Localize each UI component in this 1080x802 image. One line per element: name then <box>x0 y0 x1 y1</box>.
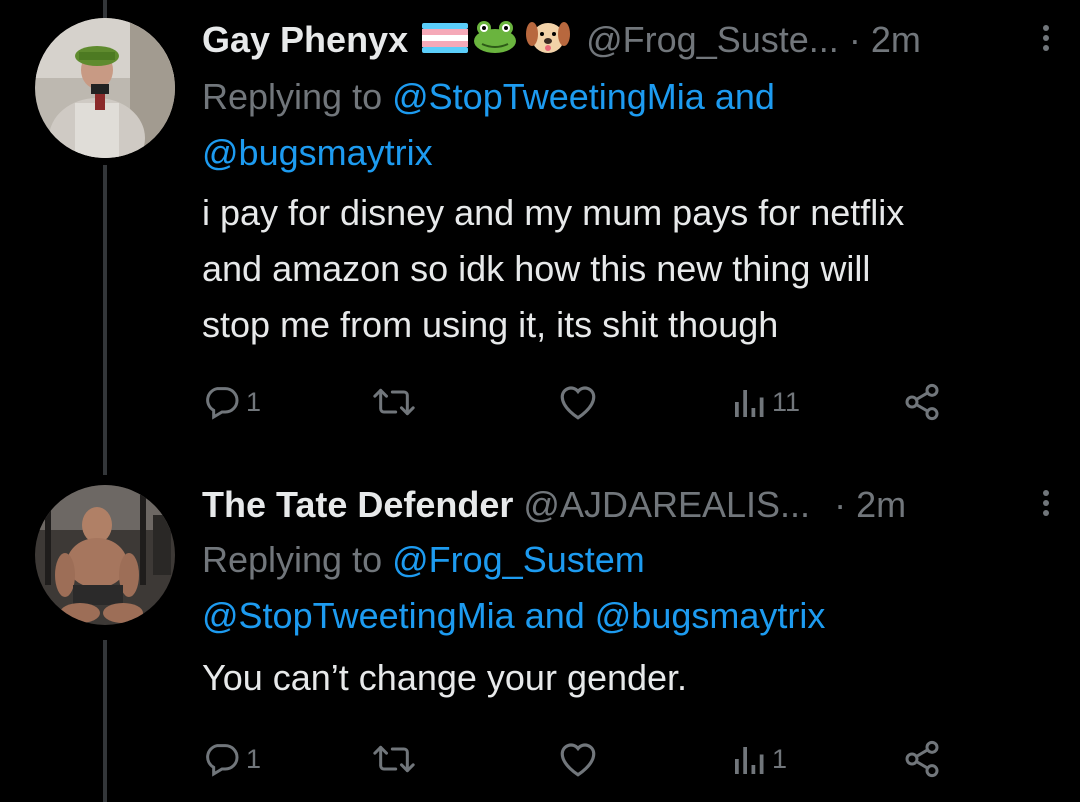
tweet-header: The Tate Defender @AJDAREALIS... · 2m <box>202 480 1049 530</box>
retweet-icon <box>373 388 415 416</box>
avatar[interactable] <box>35 485 175 625</box>
share-icon <box>905 383 939 421</box>
reply-count: 1 <box>246 386 262 417</box>
separator-dot: · <box>834 484 847 525</box>
display-name[interactable]: The Tate Defender <box>202 484 513 525</box>
tweet[interactable]: The Tate Defender @AJDAREALIS... · 2m Re… <box>0 470 1080 802</box>
avatar[interactable] <box>35 18 175 158</box>
analytics-icon <box>735 390 764 417</box>
share-icon <box>905 740 939 778</box>
view-count: 1 <box>772 743 788 774</box>
more-options-icon[interactable] <box>1036 486 1056 526</box>
tweet-text-line: You can’t change your gender. <box>202 657 688 698</box>
timestamp[interactable]: 2m <box>856 484 906 525</box>
mention-link[interactable]: @StopTweetingMia <box>202 595 515 636</box>
tweet-text: i pay for disney and my mum pays for net… <box>202 185 1062 353</box>
like-button[interactable] <box>557 377 599 427</box>
reply-icon <box>206 387 239 420</box>
dog-face-icon <box>526 22 571 53</box>
display-name[interactable]: Gay Phenyx <box>202 19 408 60</box>
tweet-text-line: stop me from using it, its shit though <box>202 304 779 345</box>
reply-button[interactable]: 1 <box>202 734 261 784</box>
more-options-icon[interactable] <box>1036 21 1056 61</box>
tweet[interactable]: Gay Phenyx @Frog_Suste... · 2m Replying … <box>0 0 1080 470</box>
user-handle[interactable]: @Frog_Suste... <box>586 19 839 60</box>
reply-icon <box>206 744 239 777</box>
user-handle[interactable]: @AJDAREALIS... <box>523 484 810 525</box>
replying-to-label: Replying to <box>202 76 393 117</box>
retweet-icon <box>373 745 415 773</box>
heart-icon <box>560 386 596 420</box>
separator-dot: · <box>848 19 861 60</box>
mention-link[interactable]: @bugsmaytrix <box>595 595 826 636</box>
timestamp[interactable]: 2m <box>871 19 921 60</box>
reply-button[interactable]: 1 <box>202 377 261 427</box>
views-button[interactable]: 1 <box>732 734 787 784</box>
replying-to-label: Replying to <box>202 539 393 580</box>
trans-flag-icon <box>422 23 469 53</box>
tweet-actions: 1 11 <box>202 377 962 427</box>
mention-link[interactable]: @Frog_Sustem <box>392 539 645 580</box>
retweet-button[interactable] <box>372 734 416 784</box>
tweet-text: You can’t change your gender. <box>202 650 1062 706</box>
name-emoji-group <box>422 17 572 67</box>
tweet-text-line: and amazon so idk how this new thing wil… <box>202 248 871 289</box>
replying-to: Replying to @StopTweetingMia and @bugsma… <box>202 69 1042 181</box>
replying-to: Replying to @Frog_Sustem @StopTweetingMi… <box>202 532 1042 644</box>
tweet-header: Gay Phenyx @Frog_Suste... · 2m <box>202 15 1049 67</box>
mention-link[interactable]: @StopTweetingMia <box>392 76 705 117</box>
retweet-button[interactable] <box>372 377 416 427</box>
share-button[interactable] <box>902 377 942 427</box>
views-button[interactable]: 11 <box>732 377 800 427</box>
replying-and-label: and <box>514 595 595 636</box>
heart-icon <box>560 743 596 777</box>
replying-and-label: and <box>704 76 775 117</box>
tweet-actions: 1 1 <box>202 734 962 784</box>
frog-face-icon <box>474 21 517 53</box>
mention-link[interactable]: @bugsmaytrix <box>202 132 433 173</box>
reply-count: 1 <box>246 743 262 774</box>
tweet-text-line: i pay for disney and my mum pays for net… <box>202 192 905 233</box>
share-button[interactable] <box>902 734 942 784</box>
view-count: 11 <box>772 386 801 417</box>
like-button[interactable] <box>557 734 599 784</box>
analytics-icon <box>735 747 764 774</box>
